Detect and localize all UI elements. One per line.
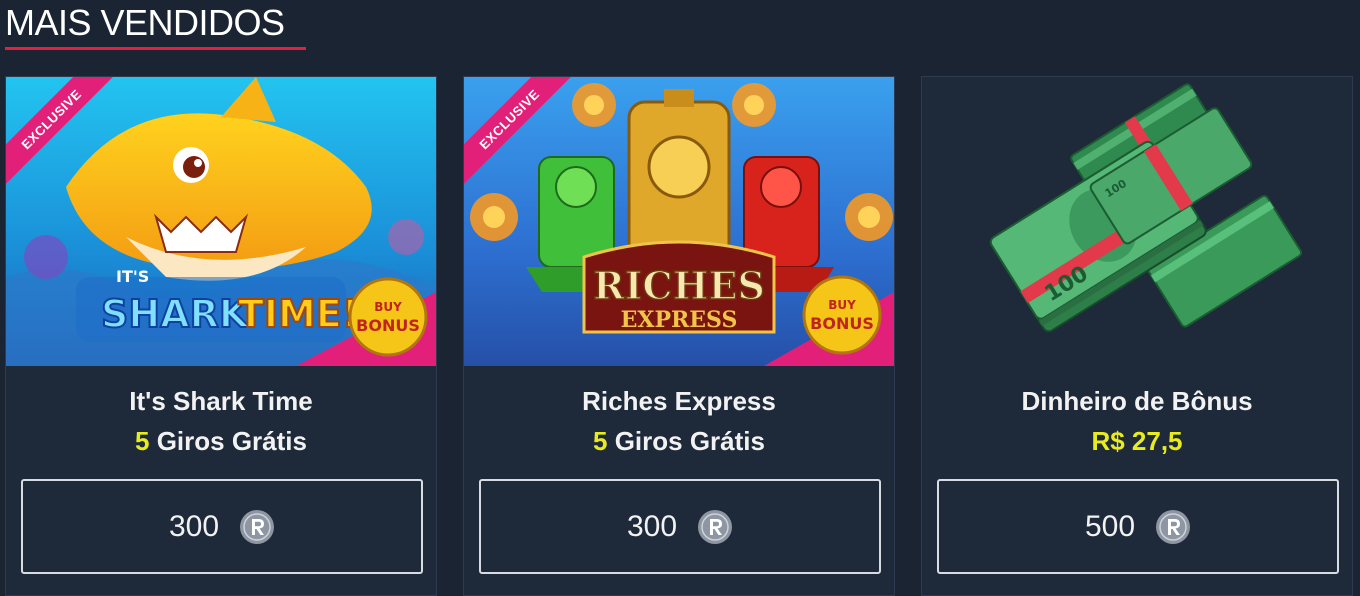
product-card-bonus-money[interactable]: 100 100 Dinheiro de Bônus R$ 27,5 500	[921, 76, 1353, 596]
svg-text:IT'S: IT'S	[116, 267, 149, 286]
svg-text:SHARK: SHARK	[101, 292, 250, 336]
buy-button[interactable]: 500	[937, 479, 1339, 574]
product-card-shark-time[interactable]: SHARK TIME! IT'S BUY BONUS EXCLUSIVE It'…	[5, 76, 437, 596]
svg-text:BONUS: BONUS	[810, 314, 874, 333]
reward-amount: 5	[135, 426, 150, 456]
svg-text:EXPRESS: EXPRESS	[621, 307, 738, 333]
svg-text:TIME!: TIME!	[238, 292, 359, 336]
svg-text:RICHES: RICHES	[593, 263, 765, 308]
section-title: MAIS VENDIDOS	[5, 2, 285, 43]
riches-express-thumbnail[interactable]: RICHES EXPRESS BUY BONUS EXCLUSIVE	[464, 77, 894, 366]
points-coin-icon	[240, 509, 275, 544]
cash-stack-icon: 100 100	[989, 83, 1303, 333]
reward-amount: R$ 27,5	[1091, 426, 1183, 456]
price: 300	[168, 509, 220, 543]
svg-text:BONUS: BONUS	[356, 316, 420, 335]
shark-time-art: SHARK TIME! IT'S BUY BONUS	[6, 77, 436, 366]
buy-button[interactable]: 300	[21, 479, 423, 574]
svg-text:BUY: BUY	[828, 298, 856, 312]
reward-amount: 5	[593, 426, 608, 456]
section-title-underline	[5, 47, 306, 50]
price: 500	[1084, 509, 1136, 543]
product-name: Dinheiro de Bônus	[1021, 386, 1253, 416]
product-reward: R$ 27,5	[922, 426, 1352, 457]
riches-express-art: RICHES EXPRESS BUY BONUS	[464, 77, 894, 366]
points-coin-icon	[1156, 509, 1191, 544]
reward-label: Giros Grátis	[156, 426, 307, 456]
shark-time-thumbnail[interactable]: SHARK TIME! IT'S BUY BONUS EXCLUSIVE	[6, 77, 436, 366]
reward-label: Giros Grátis	[614, 426, 765, 456]
buy-button[interactable]: 300	[479, 479, 881, 574]
product-name: Riches Express	[582, 386, 776, 416]
product-name: It's Shark Time	[129, 386, 313, 416]
product-card-riches-express[interactable]: RICHES EXPRESS BUY BONUS EXCLUSIVE Riche…	[463, 76, 895, 596]
product-reward: 5 Giros Grátis	[464, 426, 894, 457]
price: 300	[626, 509, 678, 543]
points-coin-icon	[698, 509, 733, 544]
bonus-money-thumbnail[interactable]: 100 100	[922, 77, 1352, 366]
product-reward: 5 Giros Grátis	[6, 426, 436, 457]
svg-text:BUY: BUY	[374, 300, 402, 314]
